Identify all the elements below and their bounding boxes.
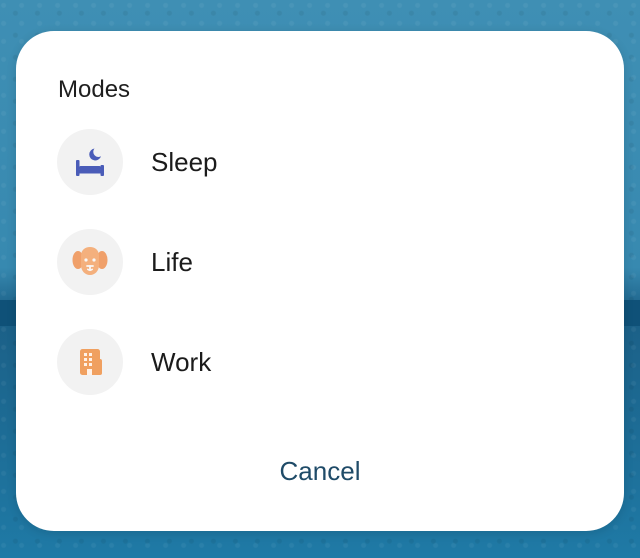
- mode-label-work: Work: [151, 347, 212, 377]
- bed-moon-icon: [76, 148, 104, 176]
- dog-face-icon: [72, 247, 108, 275]
- work-icon-container: [57, 329, 123, 395]
- mode-label-sleep: Sleep: [151, 147, 218, 177]
- building-icon: [80, 349, 102, 375]
- mode-item-work[interactable]: Work: [57, 329, 597, 395]
- modes-dialog: Modes Sleep Life Work Cancel: [16, 31, 624, 531]
- sleep-icon-container: [57, 129, 123, 195]
- mode-item-life[interactable]: Life: [57, 229, 597, 295]
- mode-item-sleep[interactable]: Sleep: [57, 129, 597, 195]
- cancel-button[interactable]: Cancel: [16, 456, 624, 486]
- mode-label-life: Life: [151, 247, 193, 277]
- life-icon-container: [57, 229, 123, 295]
- dialog-title: Modes: [58, 76, 131, 103]
